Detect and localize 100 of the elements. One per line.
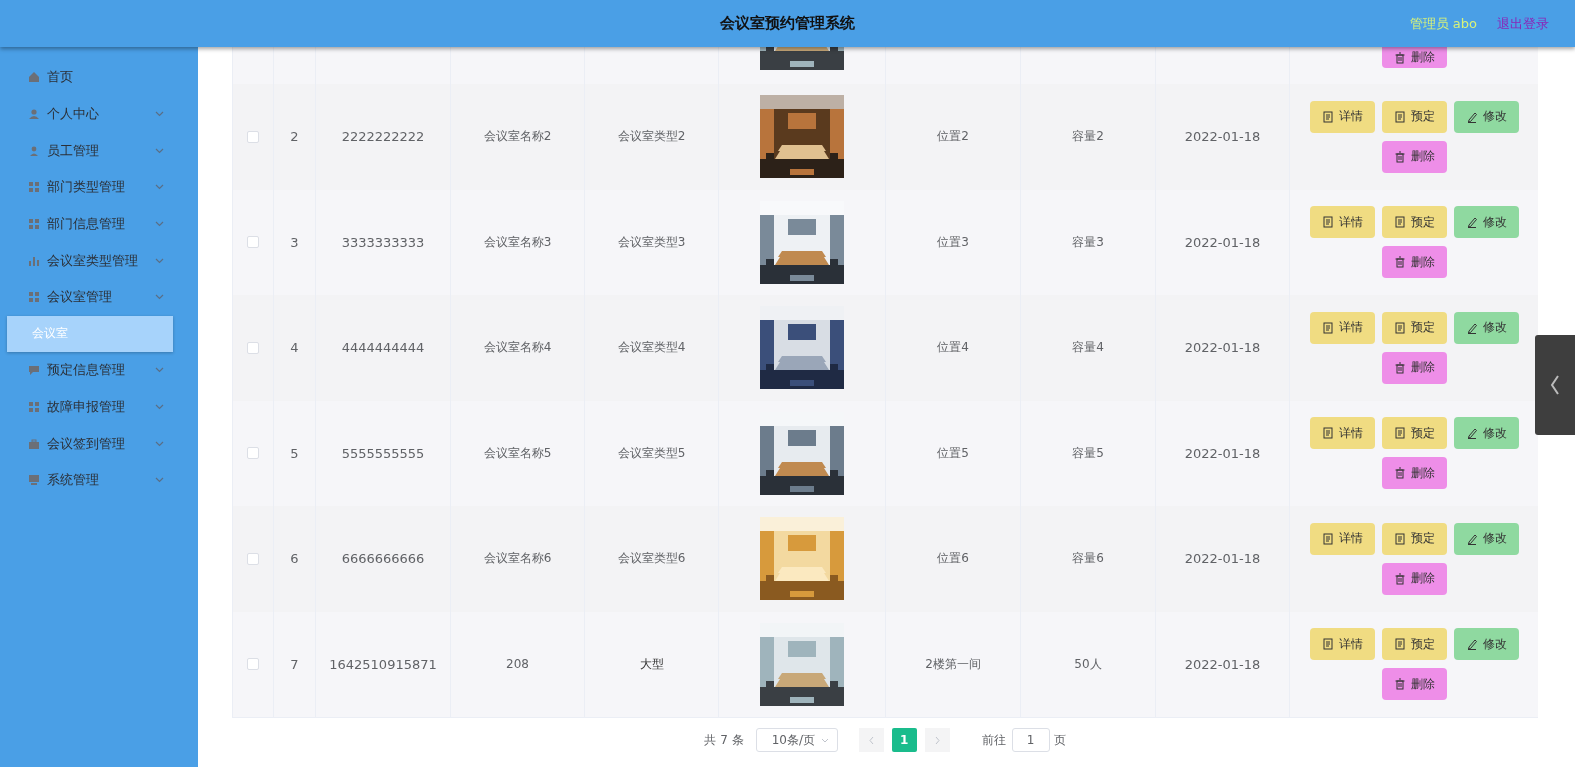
chevron-left-icon: [867, 735, 875, 745]
edit-button[interactable]: 修改: [1453, 206, 1519, 239]
delete-button[interactable]: 删除: [1381, 351, 1447, 384]
edit-button[interactable]: 修改: [1453, 417, 1519, 450]
book-button[interactable]: 预定: [1381, 100, 1447, 133]
document-icon: [1393, 110, 1406, 123]
table-cell: 位置6: [937, 550, 969, 568]
menu-item[interactable]: 系统管理: [0, 461, 198, 499]
edit-button[interactable]: 修改: [1453, 522, 1519, 555]
table-cell: 会议室类型2: [617, 128, 686, 146]
table-cell: 位置4: [937, 339, 969, 357]
document-icon: [1393, 532, 1406, 545]
table-cell: 5555555555: [341, 445, 425, 461]
next-button[interactable]: [924, 728, 950, 752]
table-cell: 2: [290, 129, 299, 145]
table-cell: 3333333333: [341, 234, 425, 250]
document-icon: [1321, 532, 1334, 545]
page-input[interactable]: 1: [1011, 728, 1050, 752]
table-cell: 容量3: [1072, 233, 1104, 251]
table-cell: 容量6: [1072, 550, 1104, 568]
table-cell: 会议室类型4: [617, 339, 686, 357]
table-cell: 位置2: [937, 128, 969, 146]
table-cell: 容量2: [1072, 128, 1104, 146]
menu-item[interactable]: 故障申报管理: [0, 388, 198, 426]
menu-item[interactable]: 部门类型管理: [0, 169, 198, 206]
menu-item[interactable]: 预定信息管理: [0, 351, 198, 389]
detail-button[interactable]: 详情: [1309, 311, 1375, 344]
trash-icon: [1393, 361, 1406, 374]
page-suffix: 页: [1053, 731, 1066, 749]
row-checkbox[interactable]: [247, 552, 259, 565]
table-cell: 4: [290, 340, 299, 356]
trash-icon: [1393, 467, 1406, 480]
document-icon: [1393, 216, 1406, 229]
trash-icon: [1393, 150, 1406, 163]
table-cell: 2022-01-18: [1184, 656, 1261, 672]
book-button[interactable]: 预定: [1381, 417, 1447, 450]
table-cell: 大型: [639, 655, 664, 673]
delete-button[interactable]: 删除: [1381, 246, 1447, 279]
menu-item[interactable]: 会议室管理: [0, 279, 198, 316]
book-button[interactable]: 预定: [1381, 628, 1447, 661]
prev-button[interactable]: [858, 728, 884, 752]
document-icon: [1321, 321, 1334, 334]
monitor-icon: [28, 474, 40, 487]
document-icon: [1393, 638, 1406, 651]
delete-button[interactable]: 删除: [1381, 668, 1447, 701]
edit-button[interactable]: 修改: [1453, 628, 1519, 661]
row-checkbox[interactable]: [247, 658, 259, 671]
table-cell: 2022-01-18: [1184, 445, 1261, 461]
menu-item[interactable]: 员工管理: [0, 132, 198, 170]
table-cell: 会议室类型3: [617, 233, 686, 251]
table-cell: 3: [290, 234, 299, 250]
detail-button[interactable]: 详情: [1309, 100, 1375, 133]
detail-button[interactable]: 详情: [1309, 417, 1375, 450]
table-cell: 6: [290, 551, 299, 567]
pencil-icon: [1465, 321, 1478, 334]
detail-button[interactable]: 详情: [1309, 206, 1375, 239]
trash-icon: [1393, 572, 1406, 585]
table-cell: 会议室类型6: [617, 550, 686, 568]
book-button[interactable]: 预定: [1381, 522, 1447, 555]
table-cell: 容量5: [1072, 444, 1104, 462]
table-cell: 2022-01-18: [1184, 340, 1261, 356]
table-cell: 2022-01-18: [1184, 129, 1261, 145]
detail-button[interactable]: 详情: [1309, 522, 1375, 555]
menu-item[interactable]: 部门信息管理: [0, 205, 198, 243]
chevron-right-icon: [933, 735, 941, 745]
app-title: 会议室预约管理系统: [720, 14, 855, 32]
grid-icon: [28, 218, 40, 231]
table-cell: 2022-01-18: [1184, 234, 1261, 250]
trash-icon: [1393, 51, 1406, 64]
user-icon: [28, 108, 40, 121]
user-name: 管理员 abo: [1409, 14, 1477, 33]
menu-item[interactable]: 个人中心: [0, 95, 198, 133]
table-cell: 会议室类型5: [617, 444, 686, 462]
pencil-icon: [1465, 110, 1478, 123]
row-checkbox[interactable]: [247, 130, 259, 143]
trash-icon: [1393, 678, 1406, 691]
document-icon: [1321, 216, 1334, 229]
menu-item[interactable]: 会议室类型管理: [0, 242, 198, 280]
table-cell: 容量4: [1072, 339, 1104, 357]
delete-button[interactable]: 删除: [1381, 140, 1447, 173]
table-cell: 会议室名称2: [483, 128, 552, 146]
delete-button[interactable]: 删除: [1381, 562, 1447, 595]
table-cell: 会议室名称6: [483, 550, 552, 568]
collapse-handle[interactable]: [1535, 335, 1575, 435]
row-checkbox[interactable]: [247, 447, 259, 460]
detail-button[interactable]: 详情: [1309, 628, 1375, 661]
delete-button[interactable]: 删除: [1381, 457, 1447, 490]
row-checkbox[interactable]: [247, 236, 259, 249]
delete-button[interactable]: 删除: [1381, 47, 1447, 68]
book-button[interactable]: 预定: [1381, 311, 1447, 344]
edit-button[interactable]: 修改: [1453, 311, 1519, 344]
page-size-select[interactable]: 10条/页: [755, 728, 838, 752]
table-cell: 5: [290, 445, 299, 461]
table-cell: 会议室名称4: [483, 339, 552, 357]
document-icon: [1321, 110, 1334, 123]
book-button[interactable]: 预定: [1381, 206, 1447, 239]
menu-item[interactable]: 会议签到管理: [0, 425, 198, 462]
menu-item[interactable]: 首页: [0, 59, 198, 96]
row-checkbox[interactable]: [247, 341, 259, 354]
edit-button[interactable]: 修改: [1453, 100, 1519, 133]
